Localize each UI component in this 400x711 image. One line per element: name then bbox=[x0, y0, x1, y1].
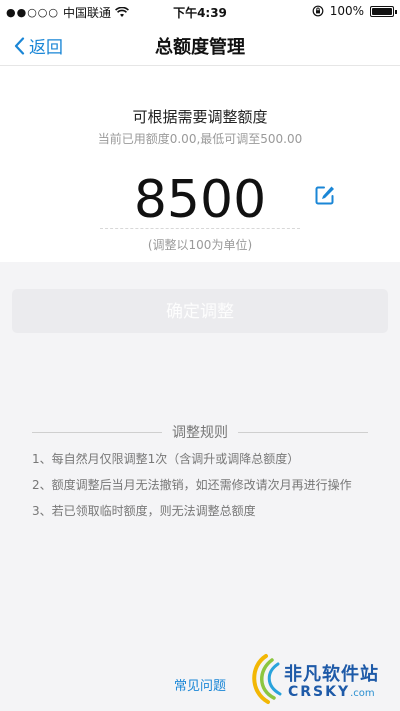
watermark-cn: 非凡软件站 bbox=[284, 664, 379, 685]
edit-icon[interactable] bbox=[314, 184, 336, 206]
faq-link[interactable]: 常见问题 bbox=[174, 675, 226, 694]
rule-item: 1、每自然月仅限调整1次（含调升或调降总额度） bbox=[32, 452, 300, 466]
battery-icon bbox=[370, 5, 397, 17]
rules-header: 调整规则 bbox=[32, 424, 368, 441]
amount-card: 可根据需要调整额度 当前已用额度0.00,最低可调至500.00 8500 (调… bbox=[0, 66, 400, 262]
rule-item: 3、若已领取临时额度，则无法调整总额度 bbox=[32, 504, 256, 518]
rule-item: 2、额度调整后当月无法撤销，如还需修改请次月再进行操作 bbox=[32, 478, 352, 492]
rules-list: 1、每自然月仅限调整1次（含调升或调降总额度） 2、额度调整后当月无法撤销，如还… bbox=[32, 446, 382, 524]
rules-title: 调整规则 bbox=[172, 425, 228, 441]
unit-hint: (调整以100为单位) bbox=[147, 238, 253, 252]
watermark-domain: .com bbox=[350, 688, 375, 699]
amount-input[interactable]: 8500 bbox=[100, 170, 300, 230]
rules-divider-left bbox=[32, 431, 162, 433]
watermark-en: CRSKY.com bbox=[288, 684, 375, 700]
orientation-lock-icon bbox=[312, 5, 324, 17]
battery-percent: 100% bbox=[329, 4, 364, 18]
watermark-brand: CRSKY bbox=[288, 684, 351, 700]
adjust-headline: 可根据需要调整额度 bbox=[132, 108, 268, 126]
watermark-swirl-icon bbox=[252, 654, 282, 704]
status-bar: ●●○○○ 中国联通 下午4:39 100% bbox=[0, 0, 400, 22]
watermark-logo: 非凡软件站 CRSKY.com bbox=[244, 652, 394, 706]
limit-description: 当前已用额度0.00,最低可调至500.00 bbox=[97, 132, 303, 146]
status-right: 100% bbox=[312, 4, 397, 18]
page-title: 总额度管理 bbox=[155, 37, 245, 58]
navigation-bar: 返回 总额度管理 bbox=[0, 22, 400, 66]
amount-underline bbox=[100, 228, 300, 229]
confirm-adjust-button[interactable]: 确定调整 bbox=[12, 289, 388, 333]
rules-divider-right bbox=[238, 431, 368, 433]
